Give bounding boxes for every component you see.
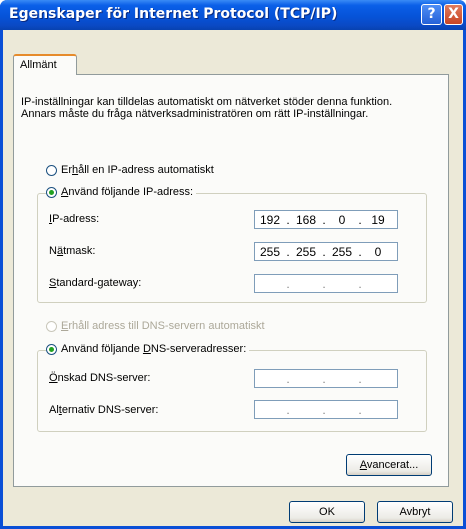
close-button[interactable]: X bbox=[444, 4, 463, 25]
title-bar[interactable]: Egenskaper för Internet Protocol (TCP/IP… bbox=[0, 0, 466, 30]
ip-separator: . bbox=[286, 402, 290, 417]
radio-button-dns-manual[interactable] bbox=[46, 343, 57, 355]
tab-general[interactable]: Allmänt bbox=[13, 54, 77, 75]
ok-button[interactable]: OK bbox=[289, 501, 365, 523]
ip-manual-label: Använd följande IP-adress: bbox=[61, 186, 194, 198]
radio-button-ip-auto[interactable] bbox=[46, 164, 57, 176]
window-title: Egenskaper för Internet Protocol (TCP/IP… bbox=[9, 6, 338, 22]
ip-address-octet-1[interactable]: 192 bbox=[255, 213, 285, 227]
ip-auto-radio[interactable]: Erhåll en IP-adress automatiskt bbox=[46, 164, 214, 176]
dns-auto-label: Erhåll adress till DNS-servern automatis… bbox=[61, 320, 265, 332]
advanced-button[interactable]: Avancerat... bbox=[346, 454, 432, 476]
subnet-mask-octet-2[interactable]: 255 bbox=[291, 245, 321, 259]
preferred-dns-label: Önskad DNS-server: bbox=[49, 372, 151, 384]
dns-manual-label: Använd följande DNS-serveradresser: bbox=[61, 343, 247, 355]
ip-address-octet-2[interactable]: 168 bbox=[291, 213, 321, 227]
alternate-dns-label: Alternativ DNS-server: bbox=[49, 404, 159, 416]
dns-manual-group bbox=[37, 350, 427, 432]
dns-manual-radio[interactable]: Använd följande DNS-serveradresser: bbox=[46, 343, 250, 355]
gateway-field[interactable]: . . . bbox=[254, 274, 398, 293]
subnet-mask-octet-1[interactable]: 255 bbox=[255, 245, 285, 259]
ip-separator: . bbox=[322, 276, 326, 291]
ip-separator: . bbox=[358, 276, 362, 291]
subnet-mask-label: Nätmask: bbox=[49, 245, 96, 257]
ip-separator: . bbox=[322, 402, 326, 417]
help-button[interactable]: ? bbox=[421, 4, 442, 25]
dns-auto-radio: Erhåll adress till DNS-servern automatis… bbox=[46, 320, 265, 332]
ip-separator: . bbox=[322, 371, 326, 386]
subnet-mask-octet-3[interactable]: 255 bbox=[327, 245, 357, 259]
subnet-mask-octet-4[interactable]: 0 bbox=[363, 245, 393, 259]
ip-auto-label: Erhåll en IP-adress automatiskt bbox=[61, 164, 214, 176]
radio-button-dns-auto bbox=[46, 320, 57, 332]
ip-address-label: IP-adress: bbox=[49, 213, 100, 225]
ip-separator: . bbox=[286, 276, 290, 291]
ip-address-field[interactable]: 192. 168. 0. 19 bbox=[254, 210, 398, 229]
preferred-dns-field[interactable]: . . . bbox=[254, 369, 398, 388]
ip-separator: . bbox=[358, 402, 362, 417]
cancel-button[interactable]: Avbryt bbox=[377, 501, 453, 523]
ip-manual-radio[interactable]: Använd följande IP-adress: bbox=[46, 186, 197, 198]
ip-address-octet-3[interactable]: 0 bbox=[327, 213, 357, 227]
ip-separator: . bbox=[286, 371, 290, 386]
ip-separator: . bbox=[358, 371, 362, 386]
radio-button-ip-manual[interactable] bbox=[46, 186, 57, 198]
subnet-mask-field[interactable]: 255. 255. 255. 0 bbox=[254, 242, 398, 261]
description-text: IP-inställningar kan tilldelas automatis… bbox=[21, 96, 393, 120]
ip-address-octet-4[interactable]: 19 bbox=[363, 213, 393, 227]
alternate-dns-field[interactable]: . . . bbox=[254, 400, 398, 419]
gateway-label: Standard-gateway: bbox=[49, 277, 142, 289]
